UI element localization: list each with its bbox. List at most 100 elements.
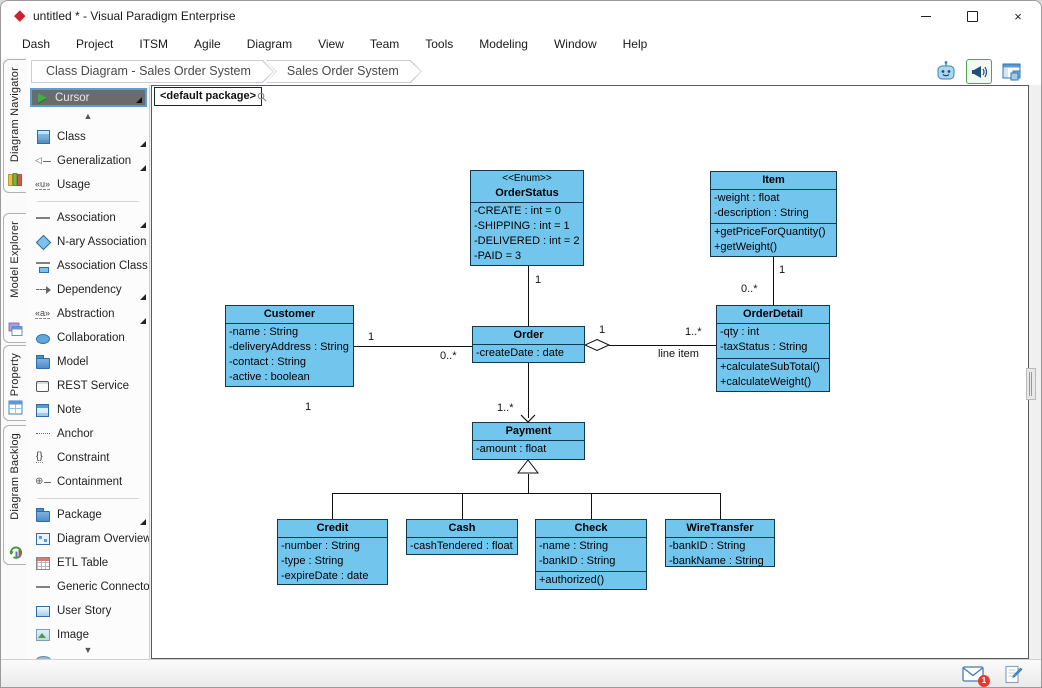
- palette-item-generic-connector[interactable]: Generic Connector: [27, 575, 149, 599]
- uml-edge: [528, 363, 529, 418]
- panel-resize-grip[interactable]: [1026, 368, 1036, 400]
- generic-connector-icon: [35, 580, 51, 594]
- note-icon: [35, 403, 51, 417]
- nary-association-icon: [35, 235, 51, 249]
- abstraction-icon: [35, 307, 51, 321]
- palette-item-label: Generic Connector: [57, 581, 150, 593]
- palette-item-label: Constraint: [57, 452, 109, 464]
- palette-item-label: Usage: [57, 179, 90, 191]
- class-cash[interactable]: Cash-cashTendered : float: [406, 519, 518, 555]
- class-orderdetail[interactable]: OrderDetail-qty : int -taxStatus : Strin…: [716, 305, 830, 392]
- diagram-canvas[interactable]: <default package> <<Enum>>OrderStatus-CR…: [151, 85, 1029, 659]
- close-icon: ×: [1014, 10, 1022, 23]
- menu-diagram[interactable]: Diagram: [234, 37, 305, 51]
- mail-badge: 1: [978, 675, 990, 687]
- menu-tools[interactable]: Tools: [412, 37, 466, 51]
- submenu-corner-icon: [140, 222, 146, 228]
- class-name: Cash: [407, 520, 517, 537]
- palette-item-containment[interactable]: Containment: [27, 470, 149, 494]
- generalization-icon: [35, 154, 51, 168]
- palette-item-collaboration[interactable]: Collaboration: [27, 326, 149, 350]
- tab-diagram-navigator[interactable]: Diagram Navigator: [3, 59, 26, 193]
- breadcrumb: Class Diagram - Sales Order SystemSales …: [31, 60, 414, 83]
- class-attributes: -qty : int -taxStatus : String: [717, 323, 829, 358]
- maximize-icon: [967, 11, 978, 22]
- cursor-tool-button[interactable]: Cursor: [30, 88, 147, 107]
- submenu-corner-icon: [140, 165, 146, 171]
- breadcrumb-item[interactable]: Sales Order System: [266, 60, 422, 83]
- class-order[interactable]: Order-createDate : date: [472, 326, 585, 363]
- minimize-button[interactable]: [903, 1, 949, 31]
- palette-item-model[interactable]: Model: [27, 350, 149, 374]
- palette-item-generalization[interactable]: Generalization: [27, 149, 149, 173]
- palette-item-n-ary-association[interactable]: N-ary Association: [27, 230, 149, 254]
- palette-item-label: Generalization: [57, 155, 131, 167]
- class-credit[interactable]: Credit-number : String -type : String -e…: [277, 519, 388, 585]
- palette-item-association[interactable]: Association: [27, 206, 149, 230]
- palette-item-usage[interactable]: Usage: [27, 173, 149, 197]
- tab-diagram-backlog[interactable]: Diagram Backlog: [3, 425, 26, 565]
- tab-model-explorer[interactable]: Model Explorer: [3, 213, 26, 343]
- collaboration-icon: [35, 331, 51, 345]
- class-customer[interactable]: Customer-name : String -deliveryAddress …: [225, 305, 354, 387]
- uml-label: 1: [779, 264, 785, 276]
- palette-item-label: Dependency: [57, 284, 122, 296]
- edit-note-icon[interactable]: [1001, 664, 1025, 684]
- menu-window[interactable]: Window: [541, 37, 610, 51]
- palette-item-dependency[interactable]: Dependency: [27, 278, 149, 302]
- class-wiretransfer[interactable]: WireTransfer-bankID : String -bankName :…: [665, 519, 775, 567]
- visual-paradigm-logo-icon: ◆: [14, 7, 26, 25]
- uml-label: line item: [658, 348, 699, 360]
- palette-item-rest-service[interactable]: REST Service: [27, 374, 149, 398]
- assistant-robot-icon[interactable]: [933, 59, 959, 84]
- palette-scroll-up[interactable]: ▲: [27, 111, 149, 121]
- uml-label: 1: [599, 324, 605, 336]
- palette-item-etl-table[interactable]: ETL Table: [27, 551, 149, 575]
- palette-item-abstraction[interactable]: Abstraction: [27, 302, 149, 326]
- palette-item-label: Association: [57, 212, 116, 224]
- palette-item-image[interactable]: Image: [27, 623, 149, 647]
- search-icon[interactable]: [257, 92, 267, 102]
- palette-divider: [37, 498, 139, 499]
- menu-help[interactable]: Help: [610, 37, 661, 51]
- palette-item-anchor[interactable]: Anchor: [27, 422, 149, 446]
- palette-item-constraint[interactable]: Constraint: [27, 446, 149, 470]
- breadcrumb-item[interactable]: Class Diagram - Sales Order System: [31, 60, 274, 83]
- menu-project[interactable]: Project: [63, 37, 126, 51]
- default-package-chip[interactable]: <default package>: [154, 87, 262, 106]
- cursor-arrow-icon: [38, 93, 47, 103]
- palette-item-association-class[interactable]: Association Class: [27, 254, 149, 278]
- association-icon: [35, 211, 51, 225]
- class-orderstatus[interactable]: <<Enum>>OrderStatus-CREATE : int = 0 -SH…: [470, 170, 584, 266]
- uml-marker-arrow-down: [520, 414, 537, 423]
- menu-agile[interactable]: Agile: [181, 37, 234, 51]
- uml-label: 1: [305, 401, 311, 413]
- maximize-button[interactable]: [949, 1, 995, 31]
- class-name: WireTransfer: [666, 520, 774, 537]
- image-icon: [35, 628, 51, 642]
- palette-item-diagram-overview[interactable]: Diagram Overview: [27, 527, 149, 551]
- diagram-layout-icon[interactable]: [999, 59, 1025, 84]
- close-button[interactable]: ×: [995, 1, 1041, 31]
- palette-item-class[interactable]: Class: [27, 125, 149, 149]
- class-name: Item: [711, 172, 836, 189]
- menu-view[interactable]: View: [305, 37, 357, 51]
- messages-mail-icon[interactable]: 1: [961, 664, 985, 684]
- menu-modeling[interactable]: Modeling: [466, 37, 541, 51]
- package-icon: [35, 508, 51, 522]
- palette-item-package[interactable]: Package: [27, 503, 149, 527]
- menu-dash[interactable]: Dash: [9, 37, 63, 51]
- class-item[interactable]: Item-weight : float -description : Strin…: [710, 171, 837, 257]
- class-check[interactable]: Check-name : String -bankID : String+aut…: [535, 519, 647, 590]
- class-icon: [35, 130, 51, 144]
- menu-team[interactable]: Team: [357, 37, 412, 51]
- class-stereotype: <<Enum>>: [471, 171, 583, 185]
- model-explorer-icon: [7, 321, 24, 338]
- announcement-megaphone-icon[interactable]: [966, 59, 992, 84]
- palette-item-user-story[interactable]: User Story: [27, 599, 149, 623]
- class-payment[interactable]: Payment-amount : float: [472, 422, 585, 460]
- palette-item-note[interactable]: Note: [27, 398, 149, 422]
- palette-scroll-down[interactable]: ▼: [27, 645, 149, 655]
- menu-itsm[interactable]: ITSM: [126, 37, 181, 51]
- tab-property[interactable]: Property: [3, 345, 26, 421]
